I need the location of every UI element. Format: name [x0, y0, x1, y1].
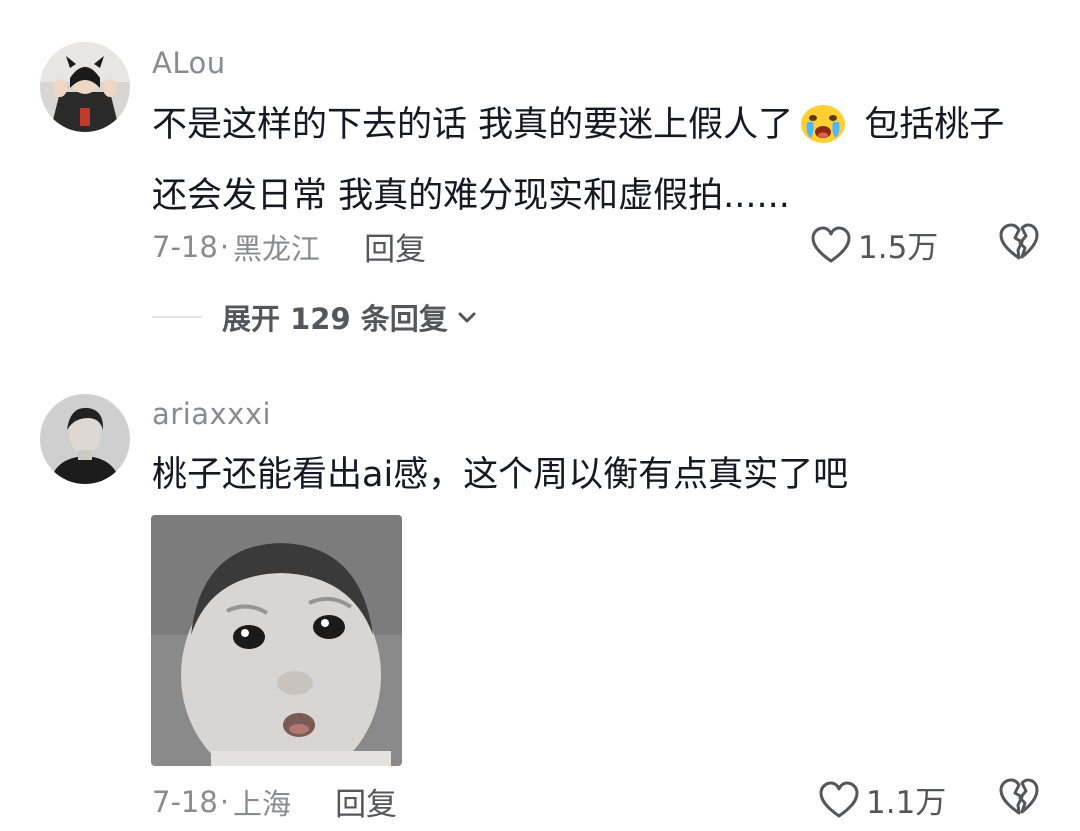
like-count: 1.1万	[866, 785, 947, 821]
comment-text-part2: 包括桃子	[853, 105, 1005, 145]
comment-text: 不是这样的下去的话 我真的要迷上假人了 包括桃子 还会发日常 我真的难分现实和虚…	[152, 94, 1052, 228]
comment-text-line2: 还会发日常 我真的难分现实和虚假拍......	[152, 176, 790, 216]
avatar[interactable]	[40, 42, 130, 132]
broken-heart-icon	[999, 223, 1039, 260]
reply-button[interactable]: 回复	[364, 224, 426, 269]
comment-list: ALou 不是这样的下去的话 我真的要迷上假人了 包括桃子 还会发日常 我真的难…	[0, 0, 1080, 831]
comment-text-part1: 不是这样的下去的话 我真的要迷上假人了	[152, 105, 794, 145]
comment-meta: 7-18 · 上海 回复	[152, 779, 397, 824]
comment-text-line1: 桃子还能看出ai感，这个周以衡有点真实了吧	[152, 455, 849, 495]
baby-face-image	[151, 515, 402, 766]
user-avatar-image	[40, 394, 130, 484]
crying-face-emoji-icon	[799, 100, 847, 165]
username[interactable]: ariaxxxi	[152, 397, 271, 431]
chevron-down-icon	[458, 312, 476, 323]
like-button[interactable]: 1.1万	[818, 777, 946, 822]
comment-location: 黑龙江	[233, 231, 321, 266]
heart-icon	[811, 226, 851, 262]
like-count: 1.5万	[858, 230, 939, 266]
expand-replies-button[interactable]: 展开 129 条回复	[152, 296, 478, 338]
meta-separator: ·	[219, 784, 230, 819]
heart-icon	[819, 781, 859, 817]
username[interactable]: ALou	[152, 46, 226, 80]
dislike-button[interactable]	[998, 777, 1040, 821]
reply-button[interactable]: 回复	[335, 779, 397, 824]
avatar[interactable]	[40, 394, 130, 484]
comment-image[interactable]	[151, 515, 402, 766]
meta-separator: ·	[219, 229, 230, 264]
expand-replies-label: 展开 129 条回复	[222, 302, 448, 336]
comment-location: 上海	[233, 786, 292, 821]
comment-date: 7-18	[152, 784, 218, 819]
dislike-button[interactable]	[998, 222, 1040, 266]
comment-date: 7-18	[152, 229, 218, 264]
comment-text: 桃子还能看出ai感，这个周以衡有点真实了吧	[152, 444, 1052, 507]
divider-line	[152, 316, 202, 318]
comment-meta: 7-18 · 黑龙江 回复	[152, 224, 426, 269]
user-avatar-image	[40, 42, 130, 132]
like-button[interactable]: 1.5万	[810, 222, 938, 267]
broken-heart-icon	[999, 778, 1039, 815]
